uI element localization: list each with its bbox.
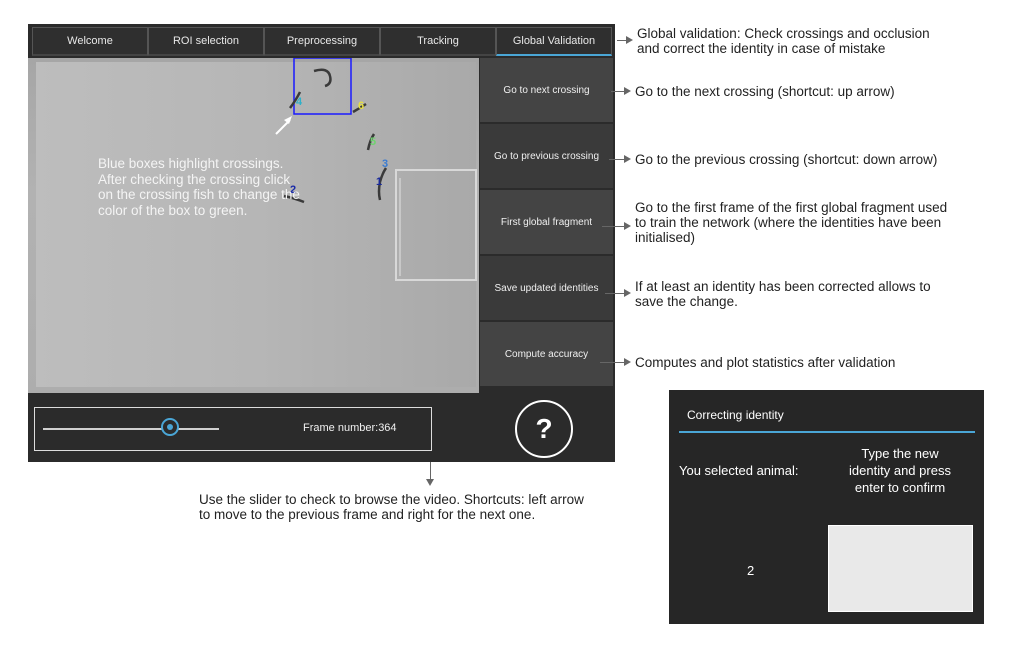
annotation-line: to train the network (where the identiti… (635, 215, 942, 230)
frame-number-label: Frame number:364 (303, 422, 397, 434)
previous-crossing-button[interactable]: Go to previous crossing (480, 124, 613, 190)
annotation-global-validation: Global validation: Check crossings and o… (637, 26, 930, 56)
annotation-first-fragment: Go to the first frame of the first globa… (635, 200, 947, 245)
overlay-line: color of the box to green. (98, 202, 248, 218)
selected-animal-value: 2 (747, 563, 755, 578)
dialog-divider (679, 431, 975, 433)
dialog-title: Correcting identity (687, 408, 784, 422)
annotation-line: initialised) (635, 230, 696, 245)
instruction-line: identity and press (849, 463, 951, 478)
annotation-line: If at least an identity has been correct… (635, 279, 931, 294)
tab-tracking[interactable]: Tracking (380, 27, 496, 56)
dialog-instructions: Type the new identity and press enter to… (827, 445, 973, 496)
tank-background (36, 62, 476, 387)
instruction-line: Type the new (861, 446, 939, 461)
side-panel: Go to next crossing Go to previous cross… (480, 58, 613, 394)
help-button[interactable]: ? (515, 400, 573, 458)
identity-label-4: 4 (296, 96, 303, 108)
annotation-arrow (600, 358, 631, 366)
correcting-identity-dialog: Correcting identity You selected animal:… (669, 390, 984, 624)
overlay-line: After checking the crossing click (98, 171, 291, 187)
overlay-line: Blue boxes highlight crossings. (98, 156, 284, 171)
annotation-previous-crossing: Go to the previous crossing (shortcut: d… (635, 152, 937, 167)
frame-slider-box: Frame number:364 (34, 407, 432, 451)
new-identity-input[interactable] (828, 525, 973, 612)
identity-label-1: 1 (376, 176, 383, 188)
overlay-instructions: Blue boxes highlight crossings. After ch… (98, 156, 300, 218)
identity-label-6: 6 (358, 100, 365, 112)
slider-annotation-arrow (430, 462, 431, 480)
video-frame[interactable]: 4 6 5 3 1 2 Blue boxes highlight crossin… (28, 58, 479, 393)
annotation-line: Go to the previous crossing (shortcut: d… (635, 152, 938, 167)
frame-slider-track[interactable] (43, 428, 219, 430)
next-crossing-button[interactable]: Go to next crossing (480, 58, 613, 124)
save-identities-button[interactable]: Save updated identities (480, 256, 613, 322)
annotation-next-crossing: Go to the next crossing (shortcut: up ar… (635, 84, 895, 99)
annotation-line: Go to the next crossing (shortcut: up ar… (635, 84, 895, 99)
tab-preprocessing[interactable]: Preprocessing (264, 27, 380, 56)
video-canvas (36, 58, 477, 387)
annotation-arrow (602, 222, 631, 230)
annotation-line: Use the slider to check to browse the vi… (199, 492, 584, 507)
instruction-line: enter to confirm (854, 480, 946, 495)
annotation-arrow (605, 289, 631, 297)
annotation-arrow (617, 36, 633, 44)
slider-annotation-arrowhead (426, 479, 434, 486)
annotation-line: Computes and plot statistics after valid… (635, 355, 896, 370)
overlay-line: on the crossing fish to change the (98, 187, 300, 202)
frame-slider-thumb[interactable] (161, 418, 179, 436)
selected-animal-label: You selected animal: (679, 463, 799, 478)
bottom-bar: Frame number:364 ? (28, 394, 615, 462)
annotation-arrow (611, 87, 631, 95)
annotation-line: Global validation: Check crossings and o… (637, 26, 930, 41)
annotation-compute-accuracy: Computes and plot statistics after valid… (635, 355, 895, 370)
annotation-line: save the change. (635, 294, 738, 309)
compute-accuracy-button[interactable]: Compute accuracy (480, 322, 613, 388)
tab-welcome[interactable]: Welcome (32, 27, 148, 56)
identity-label-5: 5 (370, 136, 377, 148)
annotation-slider: Use the slider to check to browse the vi… (199, 492, 584, 522)
annotation-line: to move to the previous frame and right … (199, 507, 536, 522)
tab-bar: Welcome ROI selection Preprocessing Trac… (32, 27, 612, 56)
annotation-arrow (609, 155, 631, 163)
annotation-save-identities: If at least an identity has been correct… (635, 279, 931, 309)
identity-label-3: 3 (382, 158, 389, 170)
app-window: Welcome ROI selection Preprocessing Trac… (28, 24, 615, 462)
annotation-line: Go to the first frame of the first globa… (635, 200, 948, 215)
first-global-fragment-button[interactable]: First global fragment (480, 190, 613, 256)
tab-roi-selection[interactable]: ROI selection (148, 27, 264, 56)
tab-global-validation[interactable]: Global Validation (496, 27, 612, 56)
annotation-line: and correct the identity in case of mist… (637, 41, 886, 56)
